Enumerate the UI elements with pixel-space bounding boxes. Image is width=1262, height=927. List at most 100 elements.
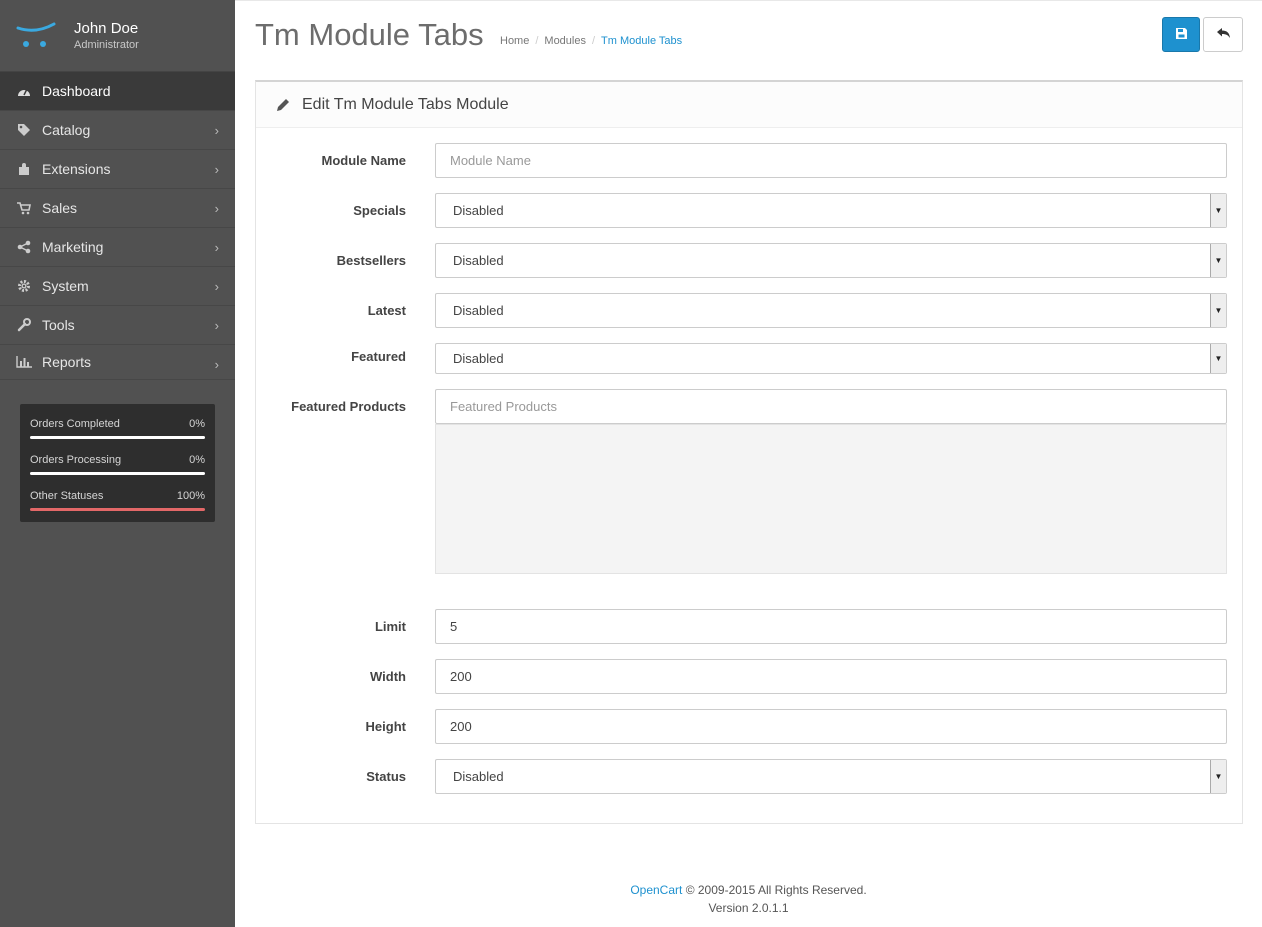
- width-label: Width: [370, 669, 406, 684]
- breadcrumb-modules[interactable]: Modules: [544, 35, 586, 47]
- order-status-box: Orders Completed 0% Orders Processing 0%…: [20, 404, 215, 522]
- opencart-logo-icon: [16, 20, 58, 52]
- dropdown-arrow-icon: ▼: [1210, 244, 1226, 277]
- stat-orders-completed: Orders Completed 0%: [30, 414, 205, 450]
- stat-progress-bar: [30, 508, 205, 511]
- featured-products-input[interactable]: Featured Products: [435, 389, 1227, 424]
- chevron-right-icon: ›: [214, 240, 219, 255]
- main-menu: Dashboard Catalog › Extensions › Sales ›: [0, 72, 235, 380]
- stat-percent: 0%: [189, 454, 205, 466]
- status-label: Status: [366, 769, 406, 784]
- status-select[interactable]: Disabled ▼: [435, 759, 1227, 794]
- specials-select[interactable]: Disabled ▼: [435, 193, 1227, 228]
- limit-input[interactable]: 5: [435, 609, 1227, 644]
- menu-label: Sales: [42, 200, 78, 216]
- panel-heading: Edit Tm Module Tabs Module: [256, 82, 1242, 128]
- share-icon: [16, 239, 32, 255]
- breadcrumb-separator: /: [535, 35, 539, 47]
- copyright-text: © 2009-2015 All Rights Reserved.: [685, 883, 867, 897]
- menu-label: Catalog: [42, 122, 91, 138]
- featured-value: Disabled: [453, 351, 504, 366]
- reply-icon: [1216, 27, 1230, 42]
- menu-label: Dashboard: [42, 83, 111, 99]
- latest-label: Latest: [367, 303, 406, 318]
- featured-label: Featured: [351, 349, 406, 364]
- limit-label: Limit: [374, 619, 406, 634]
- menu-item-extensions[interactable]: Extensions ›: [0, 150, 235, 189]
- panel-title: Edit Tm Module Tabs Module: [302, 95, 509, 113]
- footer-copyright-line: OpenCart © 2009-2015 All Rights Reserved…: [235, 881, 1262, 899]
- dropdown-arrow-icon: ▼: [1210, 294, 1226, 327]
- dropdown-arrow-icon: ▼: [1210, 194, 1226, 227]
- main-content: Tm Module Tabs Home / Modules / Tm Modul…: [235, 0, 1262, 927]
- bar-chart-icon: [16, 354, 32, 370]
- stat-percent: 0%: [189, 418, 205, 430]
- status-value: Disabled: [453, 769, 504, 784]
- wrench-icon: [16, 317, 32, 333]
- menu-item-system[interactable]: System ›: [0, 267, 235, 306]
- featured-select[interactable]: Disabled ▼: [435, 343, 1227, 374]
- bestsellers-value: Disabled: [453, 253, 504, 268]
- version-text: Version 2.0.1.1: [708, 901, 789, 915]
- bestsellers-label: Bestsellers: [336, 253, 406, 268]
- user-profile[interactable]: John Doe Administrator: [0, 0, 235, 72]
- menu-label: Extensions: [42, 161, 111, 177]
- height-input[interactable]: 200: [435, 709, 1227, 744]
- menu-item-reports[interactable]: Reports ›: [0, 345, 235, 380]
- featured-products-list: [435, 424, 1227, 574]
- stat-label: Orders Processing: [30, 454, 122, 466]
- stat-label: Other Statuses: [30, 490, 104, 502]
- menu-item-marketing[interactable]: Marketing ›: [0, 228, 235, 267]
- menu-item-dashboard[interactable]: Dashboard: [0, 72, 235, 111]
- menu-item-catalog[interactable]: Catalog ›: [0, 111, 235, 150]
- dropdown-arrow-icon: ▼: [1210, 344, 1226, 373]
- chevron-right-icon: ›: [214, 162, 219, 177]
- chevron-right-icon: ›: [214, 357, 219, 372]
- sidebar: John Doe Administrator Dashboard Catalog…: [0, 0, 235, 927]
- breadcrumb-current[interactable]: Tm Module Tabs: [601, 35, 682, 47]
- width-input[interactable]: 200: [435, 659, 1227, 694]
- footer: OpenCart © 2009-2015 All Rights Reserved…: [235, 881, 1262, 917]
- back-button[interactable]: [1203, 17, 1243, 52]
- stat-percent: 100%: [176, 490, 205, 502]
- latest-value: Disabled: [453, 303, 504, 318]
- stat-progress-bar: [30, 436, 205, 439]
- bestsellers-select[interactable]: Disabled ▼: [435, 243, 1227, 278]
- chevron-right-icon: ›: [214, 201, 219, 216]
- dropdown-arrow-icon: ▼: [1210, 760, 1226, 793]
- gear-icon: [16, 278, 32, 294]
- stat-label: Orders Completed: [30, 418, 120, 430]
- menu-item-sales[interactable]: Sales ›: [0, 189, 235, 228]
- latest-select[interactable]: Disabled ▼: [435, 293, 1227, 328]
- save-button[interactable]: [1162, 17, 1200, 52]
- stat-other-statuses: Other Statuses 100%: [30, 486, 205, 522]
- tags-icon: [16, 122, 32, 138]
- menu-label: Marketing: [42, 239, 104, 255]
- chevron-right-icon: ›: [214, 123, 219, 138]
- chevron-right-icon: ›: [214, 279, 219, 294]
- save-icon: [1175, 27, 1187, 42]
- module-name-label: Module Name: [321, 153, 406, 168]
- edit-module-panel: Edit Tm Module Tabs Module Module Name M…: [255, 80, 1243, 824]
- dashboard-icon: [16, 83, 32, 99]
- module-name-input[interactable]: Module Name: [435, 143, 1227, 178]
- menu-label: Tools: [42, 317, 75, 333]
- height-label: Height: [365, 719, 406, 734]
- menu-item-tools[interactable]: Tools ›: [0, 306, 235, 345]
- cart-icon: [16, 200, 32, 216]
- featured-products-label: Featured Products: [291, 399, 406, 414]
- pencil-icon: [276, 98, 290, 112]
- puzzle-icon: [16, 161, 32, 177]
- opencart-link[interactable]: OpenCart: [630, 883, 682, 897]
- breadcrumb-home[interactable]: Home: [500, 35, 529, 47]
- chevron-right-icon: ›: [214, 318, 219, 333]
- user-name: John Doe: [74, 19, 139, 37]
- menu-label: Reports: [42, 354, 92, 370]
- specials-value: Disabled: [453, 203, 504, 218]
- menu-label: System: [42, 278, 89, 294]
- breadcrumb: Home / Modules / Tm Module Tabs: [500, 35, 682, 47]
- stat-orders-processing: Orders Processing 0%: [30, 450, 205, 486]
- breadcrumb-separator: /: [591, 35, 596, 47]
- user-role: Administrator: [74, 38, 139, 51]
- stat-progress-bar: [30, 472, 205, 475]
